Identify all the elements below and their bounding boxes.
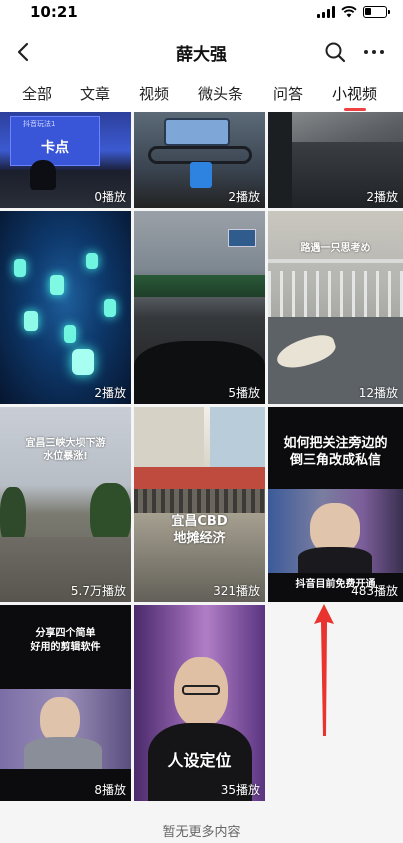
- status-bar: 10:21: [0, 0, 403, 26]
- video-tile-10[interactable]: 分享四个简单 好用的剪辑软件 8播放: [0, 605, 131, 801]
- video-tile-11[interactable]: 人设定位 35播放: [134, 605, 265, 801]
- wifi-icon: [341, 6, 357, 18]
- tab-qa[interactable]: 问答: [273, 83, 303, 109]
- video-caption: 人设定位: [167, 751, 232, 770]
- play-count: 5.7万播放: [70, 584, 126, 598]
- presentation-screen: 抖音玩法1 卡点: [10, 116, 100, 166]
- video-caption: 分享四个简单 好用的剪辑软件: [30, 628, 101, 653]
- play-count: 2播放: [228, 190, 260, 204]
- play-count: 12播放: [358, 386, 398, 400]
- play-count: 321播放: [213, 584, 260, 598]
- header: 薛大强: [0, 26, 403, 78]
- category-tabs: 全部 文章 视频 微头条 问答 小视频: [0, 78, 403, 112]
- video-tile-6[interactable]: 路遇一只思考め 12播放: [268, 211, 403, 404]
- cellular-signal-icon: [317, 6, 335, 18]
- video-caption: 宜昌三峡大坝下游 水位暴涨!: [25, 438, 106, 462]
- play-count: 5播放: [228, 386, 260, 400]
- video-tile-9[interactable]: 如何把关注旁边的 倒三角改成私信 抖音目前免费开通 483播放: [268, 407, 403, 602]
- tab-micro-posts[interactable]: 微头条: [198, 83, 243, 109]
- video-tile-3[interactable]: 2播放: [268, 112, 403, 208]
- annotation-arrow-icon: [314, 604, 334, 736]
- video-caption: 宜昌CBD 地摊经济: [171, 514, 228, 546]
- tab-short-videos[interactable]: 小视频: [332, 83, 377, 111]
- video-caption: 如何把关注旁边的 倒三角改成私信: [283, 436, 388, 468]
- video-tile-1[interactable]: 抖音玩法1 卡点 0播放: [0, 112, 131, 208]
- play-count: 35播放: [220, 783, 260, 797]
- tab-all[interactable]: 全部: [22, 83, 52, 109]
- back-arrow-icon[interactable]: [8, 37, 38, 67]
- video-tile-4[interactable]: 2播放: [0, 211, 131, 404]
- status-icons: [317, 6, 390, 18]
- play-count: 2播放: [94, 386, 126, 400]
- search-icon[interactable]: [321, 38, 349, 66]
- play-count: 2播放: [366, 190, 398, 204]
- play-count: 483播放: [351, 584, 398, 598]
- play-count: 0播放: [94, 190, 126, 204]
- video-tile-2[interactable]: 2播放: [134, 112, 265, 208]
- tab-articles[interactable]: 文章: [80, 83, 110, 109]
- more-options-icon[interactable]: [359, 38, 389, 66]
- video-tile-8[interactable]: 宜昌CBD 地摊经济 321播放: [134, 407, 265, 602]
- tab-videos[interactable]: 视频: [139, 83, 169, 109]
- battery-icon: [363, 6, 390, 18]
- video-caption: 路遇一只思考め: [300, 243, 371, 254]
- video-tile-7[interactable]: 宜昌三峡大坝下游 水位暴涨! 5.7万播放: [0, 407, 131, 602]
- play-count: 8播放: [94, 783, 126, 797]
- active-tab-indicator: [343, 108, 366, 111]
- status-time: 10:21: [30, 3, 78, 21]
- video-tile-5[interactable]: 5播放: [134, 211, 265, 404]
- no-more-content-text: 暂无更多内容: [162, 825, 241, 840]
